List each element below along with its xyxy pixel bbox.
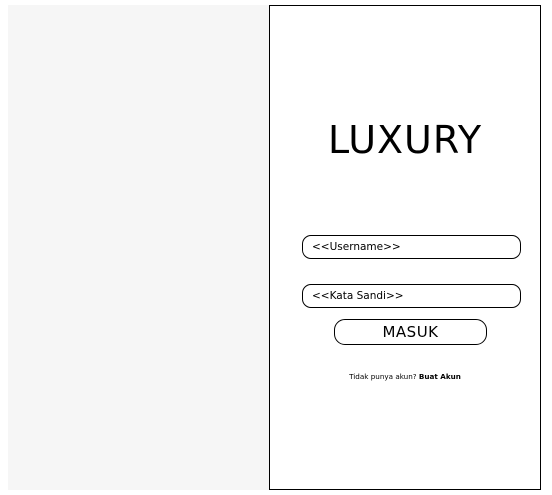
password-field[interactable] [302,284,521,308]
username-input[interactable] [303,236,520,258]
login-screen-frame: LUXURY MASUK Tidak punya akun? Buat Akun [269,5,541,490]
blank-left-panel [8,5,270,490]
signup-prompt: Tidak punya akun? Buat Akun [270,372,540,381]
canvas: LUXURY MASUK Tidak punya akun? Buat Akun [0,0,552,495]
app-title: LUXURY [327,118,483,162]
login-button[interactable]: MASUK [334,319,487,345]
signup-prompt-text: Tidak punya akun? [349,372,419,381]
password-input[interactable] [303,285,520,307]
create-account-link[interactable]: Buat Akun [419,372,461,381]
username-field[interactable] [302,235,521,259]
